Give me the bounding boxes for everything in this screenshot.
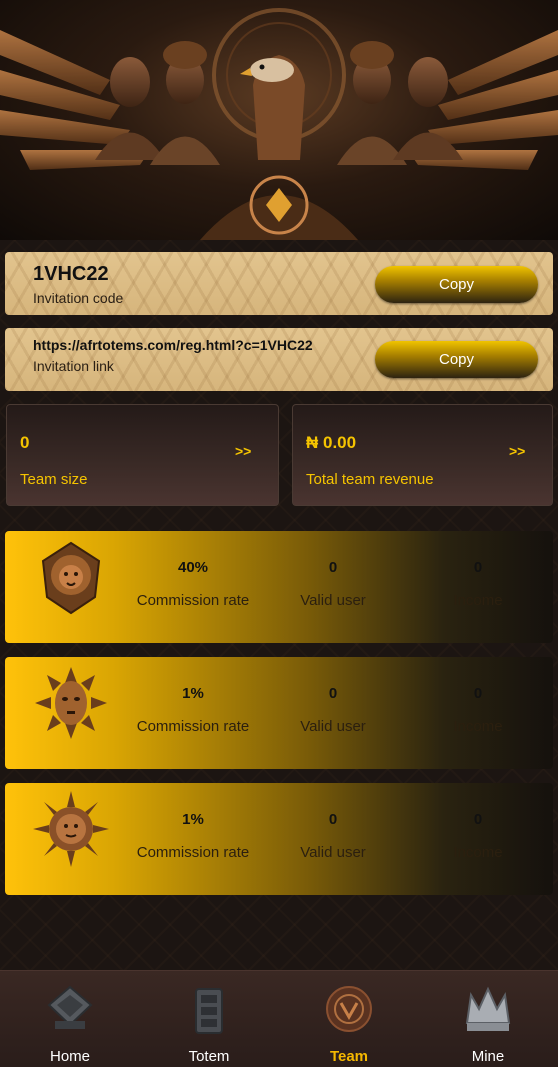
- valid-user-label: Valid user: [300, 718, 366, 735]
- team-revenue-label: Total team revenue: [306, 471, 434, 488]
- lion-emblem-icon: [41, 541, 101, 615]
- warriors-eagle-artwork: [0, 8, 558, 240]
- crown-icon: [465, 986, 511, 1031]
- tier-card-level-2: 1% Commission rate 0 Valid user 0 Income: [5, 657, 553, 769]
- team-size-card[interactable]: 0 Team size >>: [6, 404, 279, 506]
- valid-user-value: 0: [328, 811, 338, 828]
- commission-rate-label: Commission rate: [136, 592, 250, 609]
- invitation-code-card: 1VHC22 Invitation code Copy: [5, 252, 553, 315]
- team-revenue-arrow-icon[interactable]: >>: [509, 443, 525, 459]
- sun-face-emblem-icon: [33, 791, 109, 867]
- income-value: 0: [473, 811, 483, 828]
- valid-user-label: Valid user: [300, 844, 366, 861]
- totem-icon: [195, 988, 223, 1034]
- income-column: 0 Income: [413, 685, 543, 735]
- nav-label-home: Home: [49, 1048, 90, 1065]
- bottom-navigation: Home Totem Team Mine: [0, 970, 558, 1067]
- valid-user-value: 0: [328, 559, 338, 576]
- commission-rate-column: 1% Commission rate: [123, 811, 263, 861]
- valid-user-column: 0 Valid user: [268, 811, 398, 861]
- hero-banner: [0, 0, 558, 240]
- team-size-arrow-icon[interactable]: >>: [235, 443, 251, 459]
- commission-rate-value: 1%: [182, 685, 204, 702]
- nav-item-mine[interactable]: Mine: [418, 971, 558, 1067]
- commission-rate-value: 40%: [177, 559, 209, 576]
- nav-label-mine: Mine: [471, 1048, 505, 1065]
- team-revenue-card[interactable]: ₦ 0.00 Total team revenue >>: [292, 404, 553, 506]
- income-label: Income: [453, 592, 503, 609]
- invitation-link-value: https://afrtotems.com/reg.html?c=1VHC22: [33, 337, 313, 353]
- team-size-label: Team size: [20, 471, 88, 488]
- income-column: 0 Income: [413, 811, 543, 861]
- nav-item-totem[interactable]: Totem: [139, 971, 279, 1067]
- team-revenue-value: ₦ 0.00: [306, 433, 357, 452]
- valid-user-value: 0: [328, 685, 338, 702]
- commission-rate-value: 1%: [182, 811, 204, 828]
- invitation-link-label: Invitation link: [33, 358, 114, 374]
- income-label: Income: [453, 844, 503, 861]
- copy-link-button[interactable]: Copy: [375, 341, 538, 378]
- commission-rate-label: Commission rate: [136, 718, 250, 735]
- nav-item-home[interactable]: Home: [0, 971, 140, 1067]
- valid-user-column: 0 Valid user: [268, 685, 398, 735]
- commission-rate-column: 1% Commission rate: [123, 685, 263, 735]
- invitation-link-card: https://afrtotems.com/reg.html?c=1VHC22 …: [5, 328, 553, 391]
- tier-card-level-1: 40% Commission rate 0 Valid user 0 Incom…: [5, 531, 553, 643]
- team-icon: [326, 986, 372, 1032]
- income-value: 0: [473, 685, 483, 702]
- team-size-value: 0: [20, 433, 30, 452]
- mask-emblem-icon: [35, 667, 107, 739]
- commission-rate-column: 40% Commission rate: [123, 559, 263, 609]
- nav-label-team: Team: [329, 1048, 369, 1065]
- invitation-code-value: 1VHC22: [33, 263, 109, 285]
- tier-card-level-3: 1% Commission rate 0 Valid user 0 Income: [5, 783, 553, 895]
- nav-item-team[interactable]: Team: [279, 971, 419, 1067]
- income-column: 0 Income: [413, 559, 543, 609]
- home-icon: [47, 985, 93, 1029]
- valid-user-label: Valid user: [300, 592, 366, 609]
- commission-rate-label: Commission rate: [136, 844, 250, 861]
- valid-user-column: 0 Valid user: [268, 559, 398, 609]
- nav-label-totem: Totem: [188, 1048, 230, 1065]
- copy-code-button[interactable]: Copy: [375, 266, 538, 303]
- invitation-code-label: Invitation code: [33, 290, 124, 306]
- income-value: 0: [473, 559, 483, 576]
- income-label: Income: [453, 718, 503, 735]
